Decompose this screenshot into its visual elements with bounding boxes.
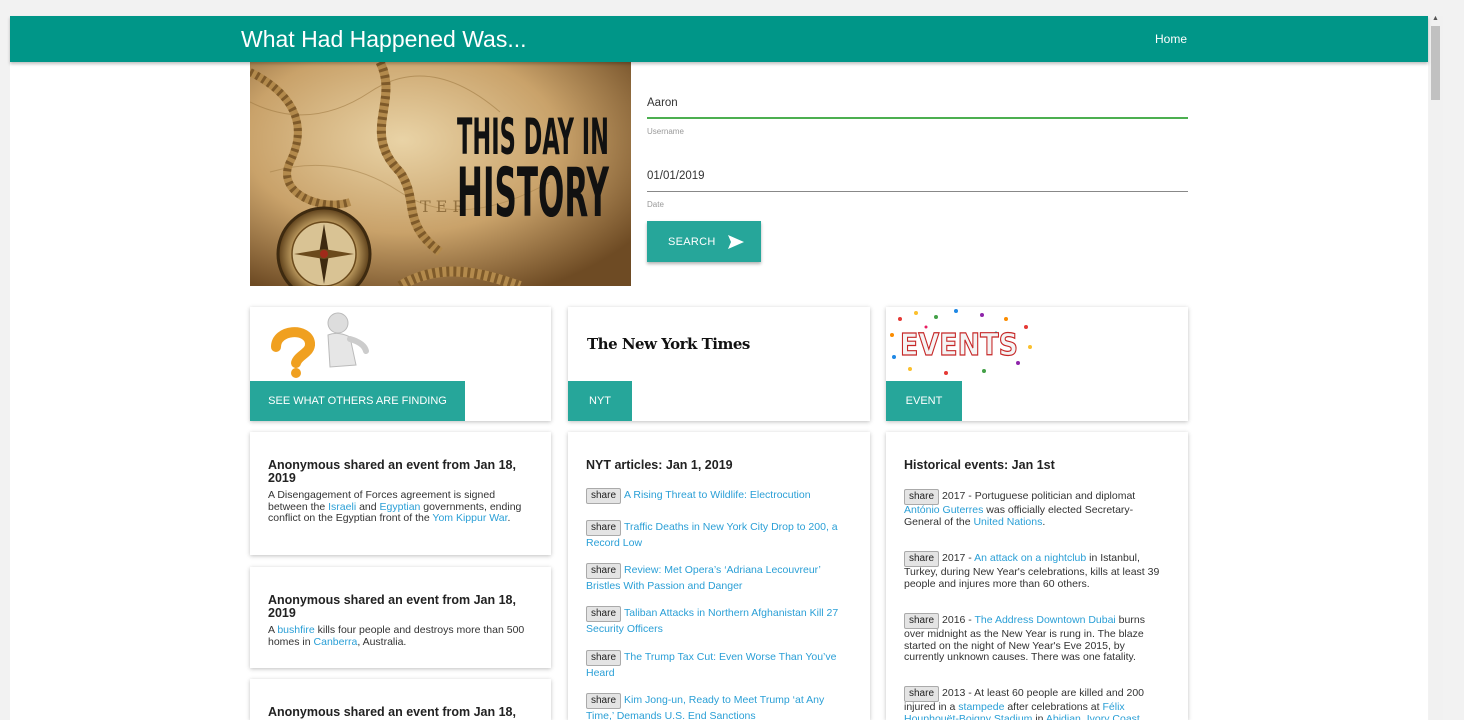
text-run: in	[1032, 712, 1046, 720]
search-button-label: SEARCH	[668, 235, 716, 248]
text-run: A	[268, 624, 278, 636]
text-run: .	[1139, 712, 1143, 720]
nyt-article-item: share A Rising Threat to Wildlife: Electr…	[586, 488, 854, 504]
share-button[interactable]: share	[904, 489, 940, 505]
brand-title[interactable]: What Had Happened Was...	[241, 26, 527, 53]
inline-link[interactable]: An attack on a nightclub	[974, 552, 1086, 564]
inline-link[interactable]: Canberra	[314, 636, 358, 648]
share-button[interactable]: share	[586, 693, 622, 709]
historical-events-panel: Historical events: Jan 1st share 2017 - P…	[886, 432, 1188, 720]
nyt-card: The New York Times NYT	[568, 307, 870, 421]
article-link[interactable]: The Trump Tax Cut: Even Worse Than You’v…	[586, 651, 836, 679]
inline-link[interactable]: The Address Downtown Dubai	[975, 614, 1116, 626]
text-run: after celebrations at	[1004, 701, 1103, 713]
share-button[interactable]: share	[904, 613, 940, 629]
share-button[interactable]: share	[586, 650, 622, 666]
date-label: Date	[647, 200, 664, 209]
historical-event-item: share 2013 - At least 60 people are kille…	[904, 686, 1166, 720]
share-button[interactable]: share	[904, 686, 940, 702]
nyt-article-item: share Traffic Deaths in New York City Dro…	[586, 520, 854, 550]
event-button[interactable]: EVENT	[886, 381, 962, 421]
text-run: 2016 -	[942, 614, 975, 626]
inline-link[interactable]: Abidjan	[1046, 713, 1081, 720]
article-link[interactable]: Kim Jong-un, Ready to Meet Trump ‘at Any…	[586, 694, 824, 720]
historical-event-item: share 2017 - Portuguese politician and di…	[904, 489, 1166, 528]
events-logo-text: EVENTS	[900, 328, 1018, 363]
nyt-articles-heading: NYT articles: Jan 1, 2019	[586, 458, 733, 472]
text-run: .	[507, 512, 511, 524]
shared-event-card: Anonymous shared an event from Jan 18, 2…	[250, 567, 551, 668]
inline-link[interactable]: Egyptian	[380, 501, 421, 513]
navbar: What Had Happened Was... Home	[10, 16, 1428, 62]
this-day-in-history-image: T E R THIS DAY IN HISTORY	[250, 62, 631, 286]
username-underline	[647, 117, 1188, 119]
inline-link[interactable]: United Nations	[973, 516, 1042, 528]
nyt-article-item: share Taliban Attacks in Northern Afghani…	[586, 606, 854, 636]
shared-event-text: A Disengagement of Forces agreement is s…	[268, 489, 533, 525]
scrollbar[interactable]	[1429, 16, 1443, 720]
share-button[interactable]: share	[586, 606, 622, 622]
hero-line-2: HISTORY	[457, 154, 609, 233]
share-button[interactable]: share	[586, 563, 622, 579]
events-card: EVENTS EVENT	[886, 307, 1188, 421]
username-input[interactable]	[647, 93, 1188, 113]
nyt-article-item: share Kim Jong-un, Ready to Meet Trump ‘a…	[586, 693, 854, 720]
historical-event-text: 2016 - The Address Downtown Dubai burns …	[904, 614, 1145, 663]
username-field: Username	[647, 93, 1188, 136]
send-icon	[727, 234, 744, 249]
shared-event-title: Anonymous shared an event from Jan 18,	[268, 705, 516, 719]
inline-link[interactable]: Israeli	[328, 501, 356, 513]
shared-event-title: Anonymous shared an event from Jan 18, 2…	[268, 458, 516, 485]
historical-event-text: 2013 - At least 60 people are killed and…	[904, 687, 1144, 720]
inline-link[interactable]: António Guterres	[904, 504, 983, 516]
date-input[interactable]	[647, 166, 1188, 186]
historical-events-heading: Historical events: Jan 1st	[904, 458, 1055, 472]
shared-event-card: Anonymous shared an event from Jan 18,	[250, 679, 551, 720]
text-run: 2017 -	[942, 552, 975, 564]
shared-event-text: A bushfire kills four people and destroy…	[268, 624, 533, 648]
see-what-others-are-finding-button[interactable]: SEE WHAT OTHERS ARE FINDING	[250, 381, 465, 421]
inline-link[interactable]: Yom Kippur War	[432, 512, 507, 524]
share-button[interactable]: share	[904, 551, 940, 567]
share-button[interactable]: share	[586, 488, 622, 504]
nyt-button[interactable]: NYT	[568, 381, 632, 421]
text-run: and	[356, 500, 380, 513]
inline-link[interactable]: bushfire	[277, 624, 314, 636]
nyt-article-item: share The Trump Tax Cut: Even Worse Than …	[586, 650, 854, 680]
shared-event-card: Anonymous shared an event from Jan 18, 2…	[250, 432, 551, 555]
inline-link[interactable]: stampede	[958, 701, 1004, 713]
search-button[interactable]: SEARCH	[647, 221, 761, 262]
historical-event-text: 2017 - An attack on a nightclub in Istan…	[904, 552, 1159, 590]
article-link[interactable]: Review: Met Opera’s ‘Adriana Lecouvreur’…	[586, 564, 821, 592]
question-mark-figure-icon	[271, 312, 369, 378]
article-link[interactable]: Traffic Deaths in New York City Drop to …	[586, 521, 838, 549]
text-run: 2017 - Portuguese politician and diploma…	[942, 490, 1136, 502]
scroll-up-arrow-icon[interactable]: ▲	[1432, 15, 1439, 22]
nyt-logo: The New York Times	[587, 335, 750, 353]
shared-event-title: Anonymous shared an event from Jan 18, 2…	[268, 593, 516, 620]
inline-link[interactable]: Ivory Coast	[1087, 713, 1140, 720]
share-button[interactable]: share	[586, 520, 622, 536]
text-run: , Australia.	[357, 635, 407, 648]
nav-home-link[interactable]: Home	[1155, 32, 1187, 46]
historical-event-item: share 2017 - An attack on a nightclub in …	[904, 551, 1166, 590]
username-label: Username	[647, 127, 684, 136]
nyt-article-item: share Review: Met Opera’s ‘Adriana Lecouv…	[586, 563, 854, 593]
text-run: .	[1042, 515, 1046, 528]
others-card: SEE WHAT OTHERS ARE FINDING	[250, 307, 551, 421]
scrollbar-thumb[interactable]	[1431, 26, 1440, 100]
events-confetti-icon: EVENTS	[890, 309, 1032, 375]
date-field: Date	[647, 166, 1188, 209]
article-link[interactable]: Taliban Attacks in Northern Afghanistan …	[586, 607, 838, 635]
article-link[interactable]: A Rising Threat to Wildlife: Electrocuti…	[624, 489, 811, 501]
historical-event-item: share 2016 - The Address Downtown Dubai b…	[904, 613, 1166, 664]
nyt-articles-panel: NYT articles: Jan 1, 2019 share A Rising …	[568, 432, 870, 720]
date-underline	[647, 191, 1188, 192]
